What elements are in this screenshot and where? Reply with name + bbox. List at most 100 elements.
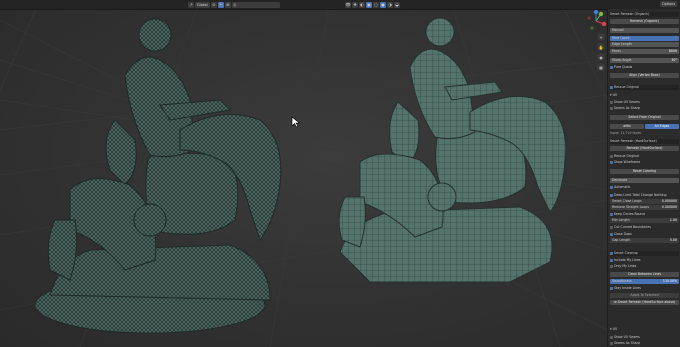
checkbox-icon	[610, 232, 613, 236]
checkbox-icon	[610, 100, 613, 104]
mode-b-button[interactable]: All Edges	[645, 124, 679, 129]
sidebar-panel: Smart Remesh (Organic) Remesh (Organic) …	[607, 9, 680, 347]
keep-circles-round-checkbox[interactable]: Keep Circles Round	[610, 212, 679, 217]
show-uv-seams-2-checkbox[interactable]: Show UV Seams	[610, 335, 679, 340]
align-button[interactable]: Align (Vertex Base)	[610, 73, 679, 78]
remove-straight-loops-label: Remove Straight Loops	[612, 205, 649, 209]
show-uv-seams-checkbox[interactable]: Show UV Seams	[610, 100, 679, 105]
visibility-icon[interactable]: 👁	[345, 1, 351, 8]
show-uv-seams-label: Show UV Seams	[614, 100, 640, 104]
smart-close-loops-value: 0.000000	[661, 199, 677, 203]
camera-icon[interactable]: ◉	[597, 53, 605, 61]
faces-value: 8000	[668, 49, 677, 53]
statue-left-dense-mesh	[34, 18, 282, 334]
remesh-hardsurface-button[interactable]: Remesh (HardSurface)	[610, 146, 679, 151]
shading-wire-icon[interactable]: ○	[373, 1, 379, 8]
rescue-original-header[interactable]: Rescue Original	[610, 85, 679, 90]
include-my-lines-checkbox[interactable]: Include My Lines	[610, 258, 679, 263]
checkbox-icon	[610, 258, 613, 262]
xray-icon[interactable]: ▣	[366, 1, 372, 8]
overlays-icon[interactable]: ◐	[359, 1, 365, 8]
show-wireframe-checkbox[interactable]: Show Wireframe	[610, 160, 679, 165]
checkbox-icon	[610, 212, 613, 216]
reset-coloring-button[interactable]: Reset Coloring	[610, 169, 679, 174]
rescue-original-label: Rescue Original	[614, 85, 639, 89]
smart-cleanup-header[interactable]: Smart Cleanup	[610, 251, 679, 256]
mode-a-button[interactable]: aMix	[610, 124, 644, 129]
checkbox-icon	[610, 85, 613, 89]
smart-close-loops-field[interactable]: Smart Close Loops 0.000000	[610, 199, 679, 204]
uv-label: UV	[612, 93, 618, 97]
clean-between-lines-button[interactable]: Clean Between Lines	[610, 272, 679, 277]
search-field[interactable]	[236, 1, 280, 8]
pivot-icon[interactable]: ⊙	[210, 1, 217, 8]
re-smart-remesh-button[interactable]: re-Smart Remesh (HardSurface above)	[610, 300, 679, 305]
snap-target-icon[interactable]: ⊞	[224, 1, 231, 8]
seams-as-sharp-2-checkbox[interactable]: Seams As Sharp	[610, 341, 679, 346]
gap-length-label: Gap Length	[612, 238, 631, 242]
cut-curved-boundaries-checkbox[interactable]: Cut Curved Boundaries	[610, 225, 679, 230]
panel-title[interactable]: Smart Remesh (Organic)	[610, 12, 679, 17]
seams-as-sharp-2-label: Seams As Sharp	[614, 341, 640, 345]
remesh-organic-button[interactable]: Remesh (Organic)	[610, 19, 679, 24]
zoom-icon[interactable]: +	[597, 33, 605, 41]
smart-close-loops-label: Smart Close Loops	[612, 199, 642, 203]
statue-right-quad-mesh	[338, 17, 567, 283]
transform-orientation-icon[interactable]: ↗	[188, 1, 194, 8]
grid-ortho-icon[interactable]: ▦	[597, 63, 605, 71]
uv-subpanel[interactable]: ▾ UV	[610, 93, 679, 98]
include-my-lines-label: Include My Lines	[614, 258, 641, 262]
min-length-field[interactable]: Min Length 1.00	[610, 218, 679, 223]
navigation-gizmo[interactable]	[585, 10, 607, 32]
shading-render-icon[interactable]: ◒	[394, 1, 400, 8]
overlay-controls: 👁 ✥ ◐ ▣ ○ ● ◑ ◒	[345, 1, 400, 8]
seams-as-sharp-label: Seams As Sharp	[614, 106, 640, 110]
smart-remesh-hardsurface-header[interactable]: Smart Remesh (HardSurface)	[610, 139, 679, 144]
min-length-value: 1.00	[669, 218, 677, 222]
only-my-lines-checkbox[interactable]: Only My Lines	[610, 264, 679, 269]
deep-limit-checkbox[interactable]: Deep Limit Total Change Nothing	[610, 193, 679, 198]
select-from-original-button[interactable]: Select From Original	[610, 115, 679, 120]
checkbox-icon	[610, 225, 613, 229]
cut-curved-boundaries-label: Cut Curved Boundaries	[614, 225, 651, 229]
gap-length-field[interactable]: Gap Length 5.00	[610, 238, 679, 243]
viewport-nav-buttons: + ✋ ◉ ▦	[597, 33, 605, 71]
seams-as-sharp-checkbox[interactable]: Seams As Sharp	[610, 106, 679, 111]
uv-label-2: UV	[612, 327, 618, 331]
shading-material-icon[interactable]: ◑	[387, 1, 393, 8]
checkbox-icon	[610, 264, 613, 268]
show-wireframe-label: Show Wireframe	[614, 160, 641, 164]
faces-field[interactable]: Faces 8000	[610, 49, 679, 54]
3d-viewport[interactable]: + ✋ ◉ ▦	[0, 0, 607, 347]
shading-solid-icon[interactable]: ●	[380, 1, 386, 8]
deep-limit-label: Deep Limit Total Change Nothing	[614, 193, 667, 197]
decimate-select[interactable]: Decimate	[610, 178, 679, 183]
sharp-angle-value: 30°	[671, 58, 677, 62]
smoothness-label: Smoothness	[612, 279, 632, 283]
automatic-checkbox[interactable]: Automatic	[610, 185, 679, 190]
keep-circles-round-label: Keep Circles Round	[614, 212, 645, 216]
remove-straight-loops-field[interactable]: Remove Straight Loops 0.000000	[610, 205, 679, 210]
checkbox-icon	[610, 106, 613, 110]
smoothness-field[interactable]: Smoothness 130.00%	[610, 279, 679, 284]
search-area	[236, 1, 280, 8]
viewport-header: ↗ Global ⊙ ⦿ ⊞ ◎ ⌒ ⇔ 👁 ✥ ◐ ▣ ○ ● ◑ ◒ Opt…	[0, 0, 680, 10]
hand-pan-icon[interactable]: ✋	[597, 43, 605, 51]
face-count-option[interactable]: Face Count	[610, 36, 679, 41]
apply-to-selected-button[interactable]: Apply To Selected	[610, 293, 679, 298]
checkbox-icon	[610, 185, 613, 189]
rescue-original-2-label: Rescue Original	[614, 154, 639, 158]
close-gaps-checkbox[interactable]: Close Gaps	[610, 232, 679, 237]
stay-inside-lines-checkbox[interactable]: Stay Inside Lines	[610, 286, 679, 291]
gizmo-toggle-icon[interactable]: ✥	[352, 1, 358, 8]
snap-icon[interactable]: ⦿	[217, 1, 224, 8]
method-select[interactable]: Manual	[610, 28, 679, 33]
rescue-original-2-checkbox[interactable]: Rescue Original	[610, 154, 679, 159]
edge-length-option[interactable]: Edge Length	[610, 42, 679, 47]
min-length-label: Min Length	[612, 218, 630, 222]
uv-subpanel-2[interactable]: ▾ UV	[610, 327, 679, 332]
pure-quads-checkbox[interactable]: Pure Quads	[610, 65, 679, 70]
orientation-select[interactable]: Global	[195, 1, 210, 8]
options-dropdown[interactable]: Options	[660, 1, 678, 7]
sharp-angle-field[interactable]: Sharp Angle 30°	[610, 58, 679, 63]
